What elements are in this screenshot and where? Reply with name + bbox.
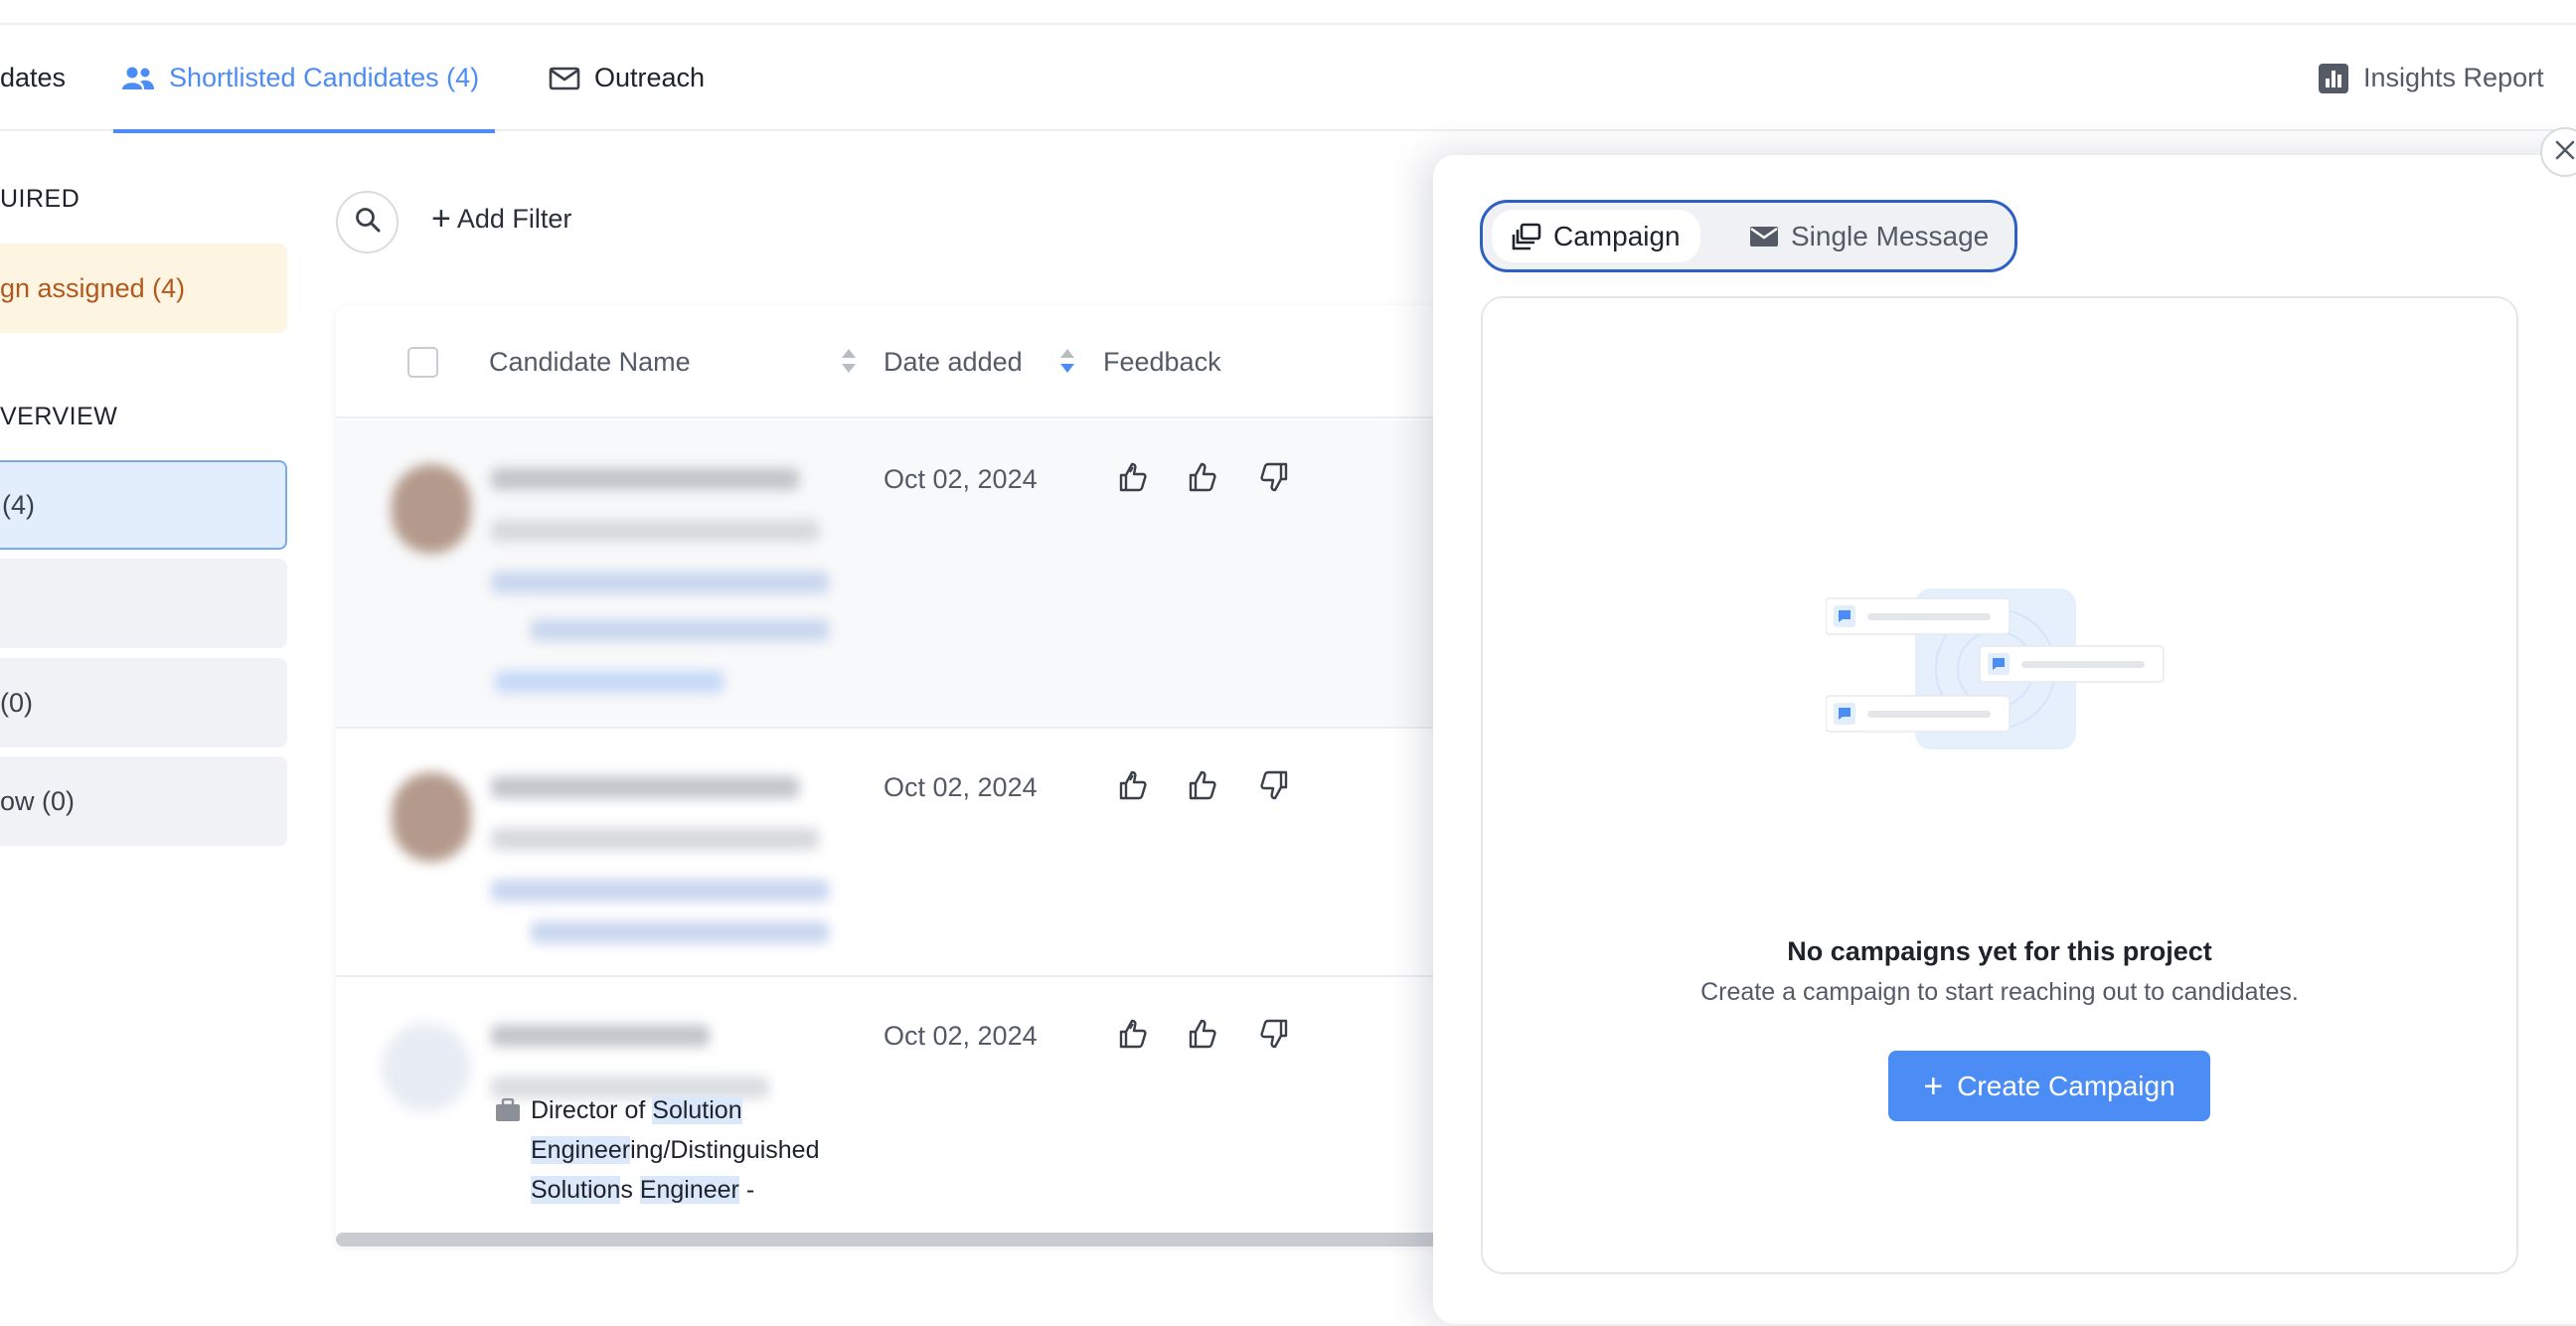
sidebar-item-second[interactable]: [0, 559, 287, 648]
candidate-job-title: Director of Solution Engineering/Disting…: [336, 1090, 892, 1246]
table-row[interactable]: Oct 02, 2024 Director of Solution Engine…: [336, 977, 1439, 1246]
table-header: Candidate Name Date added Feedback: [336, 305, 1439, 418]
sidebar-item-label: gn assigned (4): [0, 272, 186, 303]
thumbs-up-icon[interactable]: [1187, 768, 1220, 802]
mode-single-message-button[interactable]: Single Message: [1729, 210, 2009, 262]
sidebar-required-title: UIRED: [0, 185, 80, 213]
double-thumbs-up-icon[interactable]: [1117, 768, 1151, 802]
sidebar-overview-title: VERVIEW: [0, 403, 118, 430]
tab-outreach[interactable]: Outreach: [549, 25, 705, 131]
add-filter-label: Add Filter: [456, 203, 572, 234]
tab-candidates-label: dates: [0, 63, 67, 92]
job-title-text: Director of Solution Engineering/Disting…: [531, 1096, 820, 1204]
outreach-mode-toggle: Campaign Single Message: [1480, 200, 2017, 272]
thumbs-down-icon[interactable]: [1256, 768, 1290, 802]
outreach-panel: Campaign Single Message No campaigns yet…: [1433, 155, 2576, 1324]
sidebar-item-label: (4): [2, 489, 35, 520]
sidebar-item-third[interactable]: (0): [0, 658, 287, 747]
search-icon: [354, 206, 382, 239]
sidebar-item-campaign-assigned[interactable]: gn assigned (4): [0, 244, 287, 333]
insights-report-link[interactable]: Insights Report: [2318, 25, 2544, 131]
plus-icon: +: [1923, 1067, 1944, 1105]
feedback-buttons: [1117, 460, 1290, 494]
column-header-name[interactable]: Candidate Name: [489, 305, 691, 418]
tab-shortlisted[interactable]: Shortlisted Candidates (4): [113, 25, 496, 133]
thumbs-up-icon[interactable]: [1187, 1017, 1220, 1051]
people-icon: [121, 66, 155, 91]
mail-icon: [1749, 225, 1779, 249]
candidate-info-blurred: [392, 752, 829, 951]
briefcase-icon: [495, 1097, 521, 1127]
chart-icon: [2318, 63, 2349, 94]
sidebar-item-all[interactable]: (4): [0, 460, 287, 550]
feedback-buttons: [1117, 1017, 1290, 1051]
empty-state-title: No campaigns yet for this project: [1787, 936, 2212, 966]
sidebar-item-label: ow (0): [0, 785, 76, 816]
double-thumbs-up-icon[interactable]: [1117, 460, 1151, 494]
sidebar-item-fourth[interactable]: ow (0): [0, 756, 287, 846]
add-filter-button[interactable]: + Add Filter: [431, 199, 571, 239]
table-row[interactable]: Oct 02, 2024: [336, 729, 1439, 977]
sort-icon[interactable]: [1059, 348, 1075, 374]
date-added: Oct 02, 2024: [884, 772, 1038, 802]
candidate-info-blurred: [382, 1001, 829, 1112]
mail-icon: [549, 67, 580, 90]
sort-icon[interactable]: [841, 348, 857, 374]
top-bar: [0, 0, 2576, 25]
thumbs-up-icon[interactable]: [1187, 460, 1220, 494]
thumbs-down-icon[interactable]: [1256, 1017, 1290, 1051]
plus-icon: +: [431, 200, 451, 238]
tab-outreach-label: Outreach: [594, 63, 706, 92]
create-campaign-button[interactable]: + Create Campaign: [1888, 1051, 2210, 1121]
sidebar-item-label: (0): [0, 687, 33, 718]
search-button[interactable]: [336, 191, 399, 253]
close-icon: [2553, 138, 2576, 167]
thumbs-down-icon[interactable]: [1256, 460, 1290, 494]
mode-campaign-button[interactable]: Campaign: [1492, 210, 1700, 262]
campaigns-empty-state: No campaigns yet for this project Create…: [1481, 296, 2518, 1274]
date-added: Oct 02, 2024: [884, 464, 1038, 494]
campaign-icon: [1512, 223, 1541, 250]
date-added: Oct 02, 2024: [884, 1021, 1038, 1051]
horizontal-scrollbar[interactable]: [336, 1233, 1439, 1246]
column-header-feedback: Feedback: [1103, 346, 1221, 377]
insights-report-label: Insights Report: [2363, 63, 2544, 92]
candidate-info-blurred: [392, 444, 829, 713]
tab-shortlisted-label: Shortlisted Candidates (4): [169, 63, 480, 92]
empty-state-subtitle: Create a campaign to start reaching out …: [1700, 978, 2299, 1006]
mode-single-message-label: Single Message: [1791, 220, 1990, 251]
double-thumbs-up-icon[interactable]: [1117, 1017, 1151, 1051]
tab-bar: dates Shortlisted Candidates (4) Outreac…: [0, 25, 2576, 133]
feedback-buttons: [1117, 768, 1290, 802]
campaign-illustration: [1825, 586, 2174, 760]
mode-campaign-label: Campaign: [1553, 220, 1681, 251]
select-all-checkbox[interactable]: [407, 347, 438, 378]
column-header-date[interactable]: Date added: [884, 305, 1023, 418]
tab-candidates[interactable]: dates: [0, 25, 66, 131]
create-campaign-label: Create Campaign: [1957, 1070, 2175, 1101]
table-row[interactable]: Oct 02, 2024: [336, 420, 1439, 729]
candidates-table: Candidate Name Date added Feedback Oct 0…: [336, 305, 1439, 1246]
